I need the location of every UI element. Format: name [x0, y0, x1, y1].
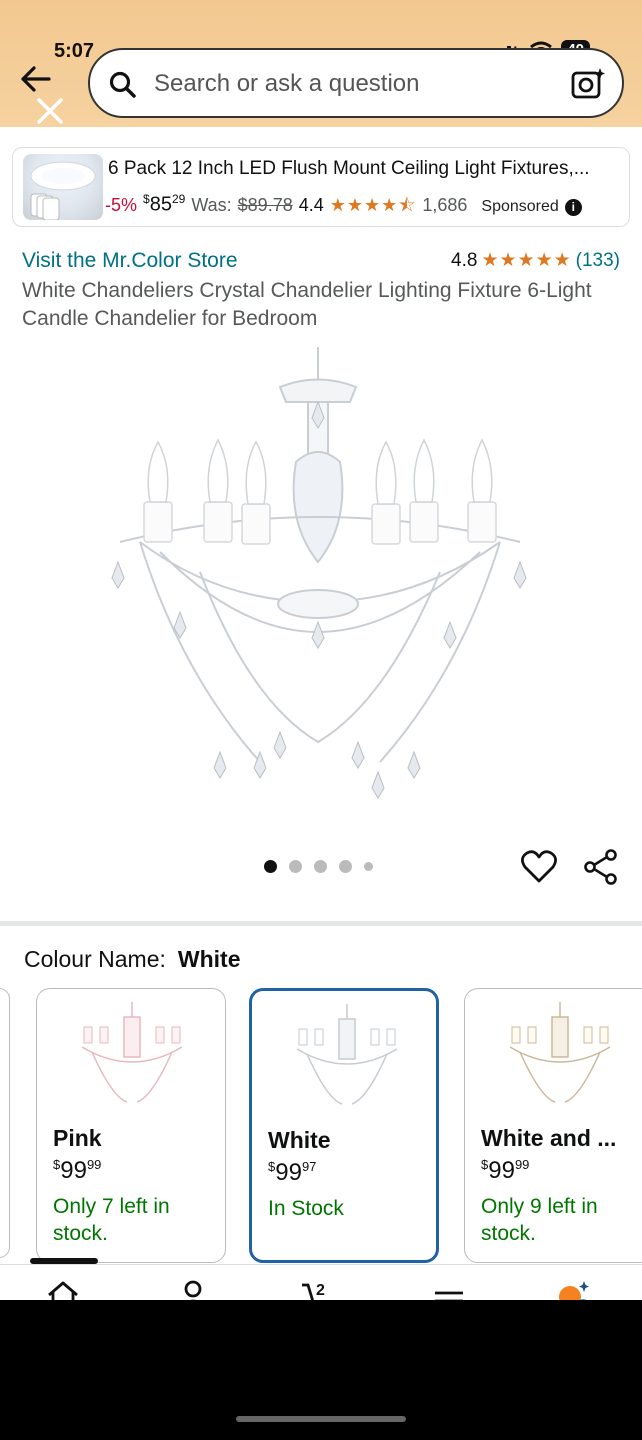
star-rating: ★★★★★: [481, 250, 572, 271]
home-icon[interactable]: [46, 1279, 80, 1300]
info-icon[interactable]: i: [564, 198, 582, 216]
swatch-name: Pink: [53, 1125, 102, 1151]
swatch-image-white: [296, 1004, 398, 1105]
ad-title[interactable]: 6 Pack 12 Inch LED Flush Mount Ceiling L…: [108, 158, 590, 180]
swatch-price: $9999: [481, 1157, 530, 1184]
ad-was-label: Was:: [191, 194, 232, 215]
search-placeholder: Search or ask a question: [154, 70, 420, 97]
share-icon[interactable]: [582, 848, 620, 886]
svg-text:2: 2: [316, 1282, 325, 1299]
home-indicator[interactable]: [236, 1416, 406, 1422]
account-icon[interactable]: [176, 1279, 210, 1300]
ad-details: -5% $8529 Was: $89.78 4.4 ★★★★⯪ 1,686 Sp…: [105, 192, 582, 223]
ad-product-image[interactable]: [23, 154, 103, 221]
rufus-icon[interactable]: [556, 1279, 590, 1300]
swatch-stock: In Stock: [268, 1197, 344, 1220]
image-pagination[interactable]: [264, 860, 373, 873]
review-count: (133): [575, 249, 620, 271]
pagination-dot[interactable]: [264, 860, 277, 873]
header-bar: 5:07 ! 40 Search or ask a question: [0, 0, 642, 127]
ad-discount: -5%: [105, 194, 138, 215]
bottom-nav: 2: [0, 1264, 642, 1300]
colour-swatch-white[interactable]: White $9997 In Stock: [249, 988, 439, 1263]
previous-swatch-edge[interactable]: [0, 988, 10, 1258]
sponsored-ad[interactable]: 6 Pack 12 Inch LED Flush Mount Ceiling L…: [12, 147, 630, 227]
swatch-stock: Only 7 left in stock.: [53, 1195, 170, 1245]
close-icon[interactable]: [34, 95, 66, 127]
camera-lens-icon[interactable]: [570, 66, 606, 102]
ad-rating: 4.4: [298, 194, 324, 215]
colour-swatch-pink[interactable]: Pink $9999 Only 7 left in stock.: [36, 988, 226, 1263]
ad-star-rating: ★★★★⯪: [329, 194, 417, 215]
search-input[interactable]: Search or ask a question: [88, 48, 624, 118]
heart-icon[interactable]: [520, 848, 558, 886]
menu-icon[interactable]: [432, 1279, 466, 1300]
cart-icon[interactable]: 2: [300, 1279, 334, 1300]
product-rating[interactable]: 4.8 ★★★★★ (133): [451, 249, 620, 272]
swatch-image-pink: [81, 1002, 183, 1103]
colour-swatch-white-and-gold[interactable]: White and ... $9999 Only 9 left in stock…: [464, 988, 642, 1263]
ad-review-count: 1,686: [422, 194, 468, 215]
product-title: White Chandeliers Crystal Chandelier Lig…: [22, 279, 592, 330]
swatch-stock: Only 9 left in stock.: [481, 1195, 598, 1245]
pagination-dot[interactable]: [339, 860, 352, 873]
selected-colour: White: [177, 946, 241, 972]
search-icon: [109, 71, 136, 98]
back-arrow-icon[interactable]: [18, 64, 52, 94]
ceiling-light-image: [30, 161, 96, 221]
swatch-price: $9997: [268, 1159, 317, 1186]
swatch-name: White: [268, 1127, 331, 1153]
rating-value: 4.8: [451, 249, 478, 271]
pagination-dot[interactable]: [364, 862, 373, 871]
section-divider: [0, 921, 642, 926]
pagination-dot[interactable]: [314, 860, 327, 873]
swatch-name: White and ...: [481, 1125, 617, 1151]
ad-was-price: $89.78: [237, 194, 293, 215]
swatch-price: $9999: [53, 1157, 102, 1184]
pagination-dot[interactable]: [289, 860, 302, 873]
visit-store-link[interactable]: Visit the Mr.Color Store: [22, 249, 238, 273]
chandelier-product-image[interactable]: [100, 342, 540, 802]
swatch-image-white-and: [509, 1002, 611, 1103]
status-time: 5:07: [54, 40, 95, 62]
colour-name-label: Colour Name: White: [24, 946, 241, 972]
sponsored-label: Sponsored: [481, 197, 559, 215]
ad-price: $8529: [143, 192, 186, 216]
